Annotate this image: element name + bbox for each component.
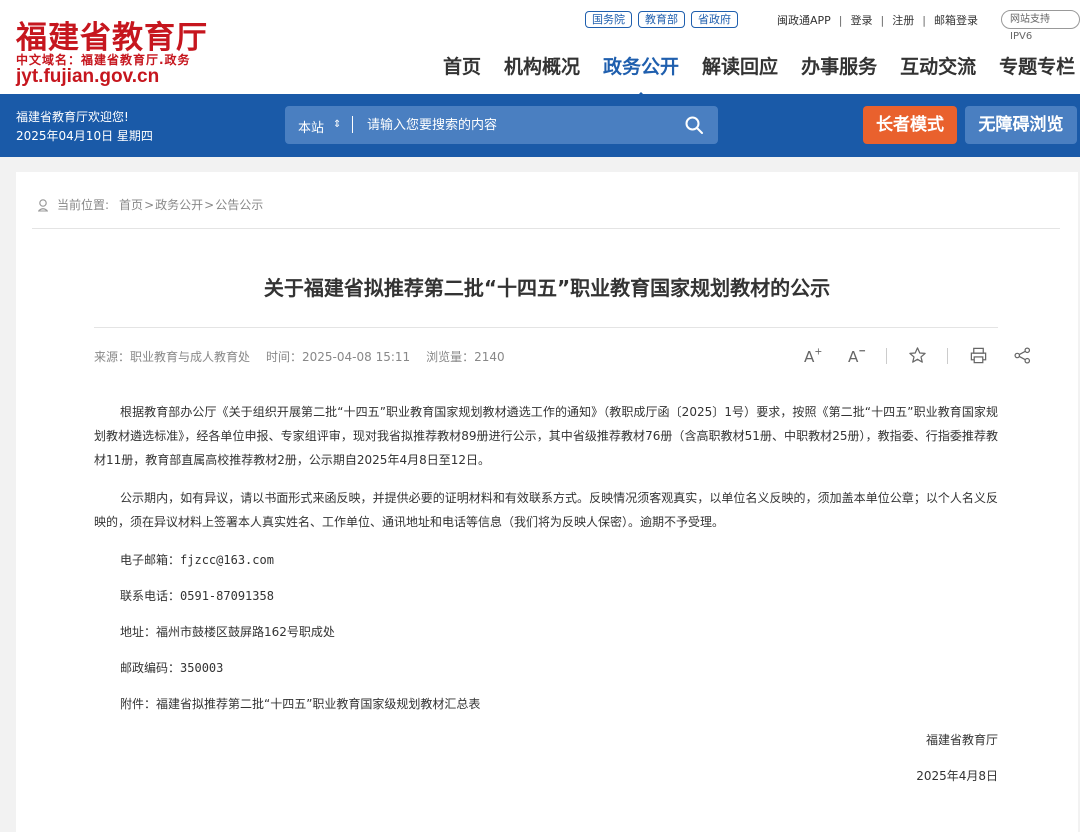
nav-services[interactable]: 办事服务 [801,52,877,79]
search-band: 福建省教育厅欢迎您! 2025年04月10日 星期四 本站 ⇕ 长者模式 无障碍… [0,94,1080,157]
divider [947,348,948,364]
phone-label: 联系电话： [120,589,181,603]
article-body: 根据教育部办公厅《关于组织开展第二批“十四五”职业教育国家规划教材遴选工作的通知… [94,400,998,800]
site-domain: jyt.fujian.gov.cn [16,66,160,87]
nav-interpretation[interactable]: 解读回应 [702,52,778,79]
article-views: 浏览量：2140 [426,350,505,364]
divider: | [838,13,843,27]
main-nav: 首页 机构概况 政务公开 解读回应 办事服务 互动交流 专题专栏 [443,52,1080,100]
gov-links: 国务院 教育部 省政府 [585,11,738,28]
accessible-browse-button[interactable]: 无障碍浏览 [965,106,1077,144]
share-icon[interactable] [1012,346,1032,366]
search-icon[interactable] [684,115,704,135]
nav-gov-affairs-label: 政务公开 [603,56,680,78]
site-header: 福建省教育厅 中文域名：福建省教育厅.政务 jyt.fujian.gov.cn … [0,0,1080,100]
article-source: 来源：职业教育与成人教育处 [94,350,251,364]
welcome-block: 福建省教育厅欢迎您! 2025年04月10日 星期四 [16,108,153,146]
favorite-star-icon[interactable] [907,346,927,366]
svg-text:A: A [803,348,814,365]
signature: 福建省教育厅 [925,733,998,747]
font-increase-icon[interactable]: A + [802,346,822,367]
ipv6-badge: 网站支持IPV6 [1001,10,1080,42]
mail-login-link[interactable]: 邮箱登录 [934,12,978,28]
breadcrumb-label: 当前位置: [57,198,110,212]
divider [352,116,353,133]
sort-arrows-icon[interactable]: ⇕ [333,117,341,133]
postcode-value: 350003 [180,661,224,675]
divider [886,348,887,364]
gov-link-state-council[interactable]: 国务院 [585,11,632,28]
current-date: 2025年04月10日 星期四 [16,129,153,143]
email-value[interactable]: fjzcc@163.com [180,553,274,567]
breadcrumb-separator: > [204,197,215,212]
login-link[interactable]: 登录 [851,12,873,28]
utility-links: 闽政通APP | 登录 | 注册 | 邮箱登录 [777,12,978,28]
register-link[interactable]: 注册 [892,12,914,28]
divider [94,327,998,328]
mzt-app-link[interactable]: 闽政通APP [777,12,831,28]
search-box: 本站 ⇕ [285,106,718,144]
svg-text:A: A [847,348,858,365]
article-meta: 来源：职业教育与成人教育处 时间：2025-04-08 15:11 浏览量：21… [94,348,521,365]
breadcrumb-separator: > [144,197,155,212]
attachment-link[interactable]: 附件：福建省拟推荐第二批“十四五”职业教育国家级规划教材汇总表 [94,692,998,716]
article-paragraph: 公示期内，如有异议，请以书面形式来函反映，并提供必要的证明材料和有效联系方式。反… [94,491,998,529]
contact-postcode: 邮政编码：350003 [94,656,998,680]
nav-home[interactable]: 首页 [443,52,481,79]
breadcrumb-notices[interactable]: 公告公示 [215,196,263,213]
article-tools: A + A [802,346,1032,366]
article-paragraph: 根据教育部办公厅《关于组织开展第二批“十四五”职业教育国家规划教材遴选工作的通知… [94,405,998,467]
breadcrumb-gov-affairs[interactable]: 政务公开 [155,196,203,213]
divider: | [922,13,926,27]
welcome-text: 福建省教育厅欢迎您! [16,110,129,124]
nav-interaction[interactable]: 互动交流 [900,52,976,79]
svg-text:+: + [814,347,822,358]
breadcrumb-home[interactable]: 首页 [119,196,143,213]
nav-gov-affairs[interactable]: 政务公开 [603,52,680,100]
gov-link-ministry-education[interactable]: 教育部 [638,11,685,28]
search-input[interactable] [367,115,667,135]
search-scope-select[interactable]: 本站 [298,117,324,136]
contact-phone: 联系电话：0591-87091358 [94,584,998,608]
divider: | [880,13,885,27]
content-card: 当前位置: 首页 > 政务公开 > 公告公示 关于福建省拟推荐第二批“十四五”职… [16,172,1078,832]
contact-address: 地址：福州市鼓楼区鼓屏路162号职成处 [120,625,335,639]
elder-mode-button[interactable]: 长者模式 [863,106,957,144]
sign-date: 2025年4月8日 [916,769,998,783]
print-icon[interactable] [968,346,988,366]
nav-organization[interactable]: 机构概况 [504,52,580,79]
location-icon [38,198,48,211]
postcode-label: 邮政编码： [120,661,181,675]
divider [32,228,1060,229]
contact-email: 电子邮箱：fjzcc@163.com [94,548,998,572]
article-time: 时间：2025-04-08 15:11 [266,350,411,364]
gov-link-province[interactable]: 省政府 [691,11,738,28]
phone-value: 0591-87091358 [180,589,274,603]
font-decrease-icon[interactable]: A [846,346,866,366]
email-label: 电子邮箱： [120,553,181,567]
breadcrumb: 当前位置: 首页 > 政务公开 > 公告公示 [36,196,263,213]
article-title: 关于福建省拟推荐第二批“十四五”职业教育国家规划教材的公示 [263,276,831,300]
nav-special-topics[interactable]: 专题专栏 [999,52,1075,79]
